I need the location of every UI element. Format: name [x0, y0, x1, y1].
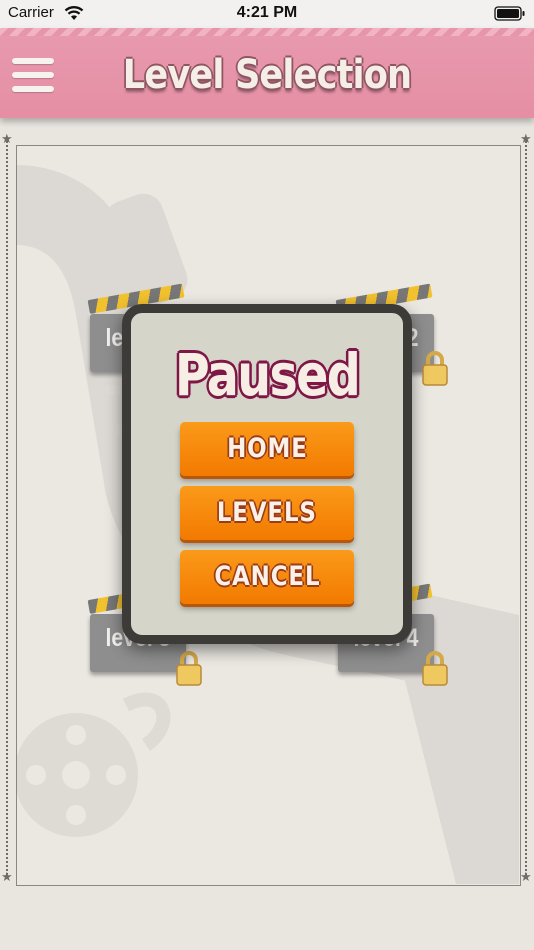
levels-button-label: LEVELS	[216, 497, 317, 528]
status-bar: Carrier 4:21 PM	[0, 0, 534, 28]
battery-icon	[494, 6, 525, 21]
left-dotted-border	[6, 138, 8, 878]
lock-icon	[176, 651, 202, 686]
home-button-label: HOME	[226, 433, 308, 464]
levels-button[interactable]: LEVELS	[180, 486, 354, 540]
star-icon: ★	[1, 869, 13, 884]
star-icon: ★	[520, 131, 532, 146]
cancel-button[interactable]: CANCEL	[180, 550, 354, 604]
clock: 4:21 PM	[236, 4, 298, 21]
right-dotted-border	[525, 138, 527, 878]
star-icon: ★	[1, 131, 13, 146]
lock-icon	[422, 351, 448, 386]
cancel-button-label: CANCEL	[213, 561, 321, 592]
home-button[interactable]: HOME	[180, 422, 354, 476]
header-bar: Level Selection	[0, 28, 534, 118]
pause-title: Paused	[174, 341, 361, 409]
lock-icon	[422, 651, 448, 686]
star-icon: ★	[520, 869, 532, 884]
pause-dialog: Paused HOME LEVELS CANCEL	[122, 304, 412, 644]
page-title: Level Selection	[122, 52, 412, 98]
header-stripe	[0, 28, 534, 36]
